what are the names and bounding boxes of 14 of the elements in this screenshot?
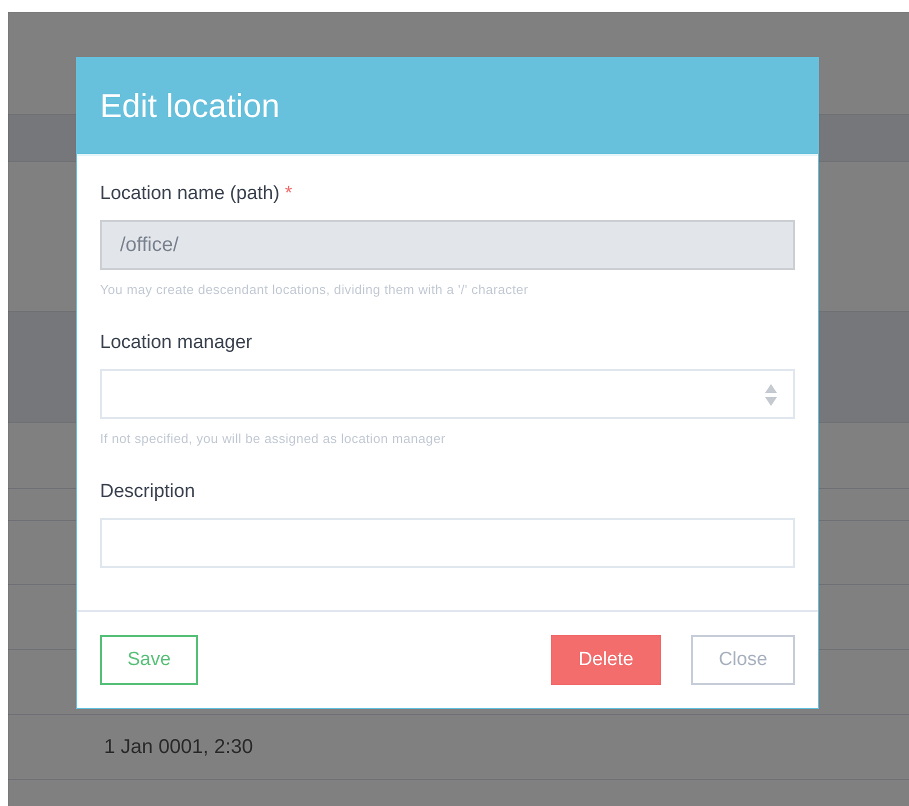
- required-mark: *: [284, 183, 292, 204]
- field-label: Location manager: [100, 331, 254, 355]
- save-button[interactable]: Save: [100, 635, 198, 685]
- delete-button[interactable]: Delete: [551, 635, 661, 685]
- close-button[interactable]: Close: [691, 635, 795, 685]
- select-field[interactable]: [100, 369, 795, 419]
- text-area[interactable]: [100, 518, 795, 568]
- dialog-title: Edit location: [100, 87, 280, 125]
- sort-arrows-icon: [765, 384, 777, 406]
- date-cell: 1 Jan 0001, 2:30: [104, 736, 254, 758]
- field-label: Description: [100, 480, 196, 504]
- field-label: Location name (path) *: [100, 182, 294, 206]
- field-hint: You may create descendant locations, dividing them with a '/' character: [100, 282, 530, 298]
- field-hint: If not specified, you will be assigned as location manager: [100, 431, 446, 447]
